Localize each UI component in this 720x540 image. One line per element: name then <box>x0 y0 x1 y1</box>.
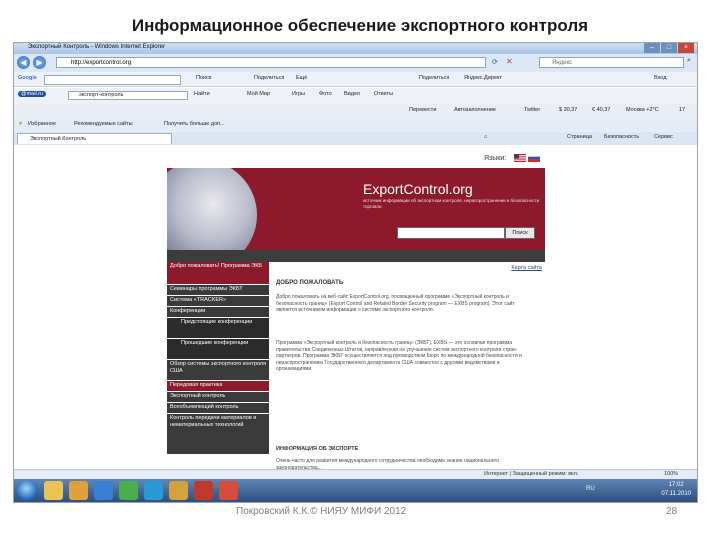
address-row: ◀ ▶ http://exportcontrol.org ⟳ ✕ Яндекс … <box>14 54 697 73</box>
google-toolbar: Google Поиск Поделиться Ещё Поделиться Я… <box>14 72 697 87</box>
home-icon[interactable]: ⌂ <box>484 134 487 140</box>
google-search-button[interactable]: Поиск <box>196 75 211 81</box>
clock-date: 07.11.2010 <box>661 491 691 497</box>
autofill-button[interactable]: Автозаполнение <box>454 107 496 113</box>
twitter-button[interactable]: Twitter <box>524 107 540 113</box>
site-sidebar: Добро пожаловать! Программа ЭКБ Семинары… <box>167 262 269 469</box>
tab-bar: Экспортный Контроль ⌂ Страница Безопасно… <box>14 132 697 146</box>
browser-screenshot: Экспортный Контроль - Windows Internet E… <box>13 42 698 503</box>
languages-label: Языки: <box>484 155 507 162</box>
sidebar-item-conferences[interactable]: Конференции <box>167 307 269 317</box>
search-input[interactable]: Яндекс <box>539 57 684 68</box>
back-icon[interactable]: ◀ <box>17 56 30 69</box>
sidebar-item-catch-all[interactable]: Всеобъемлющий контроль <box>167 403 269 413</box>
my-world-button[interactable]: Мой Мир <box>247 91 270 97</box>
sidebar-item-upcoming[interactable]: Предстоящие конференции <box>167 318 269 338</box>
tab-export-control[interactable]: Экспортный Контроль <box>17 133 172 144</box>
photo-button[interactable]: Фото <box>319 91 332 97</box>
google-search-field[interactable] <box>44 75 181 85</box>
sitemap-link[interactable]: Карта сайта <box>511 265 542 271</box>
sidebar-item-welcome[interactable]: Добро пожаловать! Программа ЭКБ <box>167 262 269 284</box>
site-header: ExportControl.org источник информации об… <box>167 168 545 250</box>
get-more-addons-link[interactable]: Получить больше доп... <box>164 121 225 127</box>
tools-menu[interactable]: Сервис <box>654 134 673 140</box>
site-title[interactable]: ExportControl.org <box>363 181 473 197</box>
more-button[interactable]: Ещё <box>296 75 307 81</box>
translate-button[interactable]: Перевести <box>409 107 436 113</box>
status-text: Интернет | Защищенный режим: вкл. <box>484 471 579 477</box>
clock-time: 17:02 <box>668 482 684 488</box>
start-button[interactable] <box>17 480 38 501</box>
site-subtitle: источник информации об экспортном контро… <box>363 198 540 209</box>
refresh-icon[interactable]: ⟳ <box>492 58 498 66</box>
welcome-text: Добро пожаловать на веб-сайт ExportContr… <box>276 294 515 313</box>
slide-title: Информационное обеспечение экспортного к… <box>131 16 589 35</box>
usd-rate: $ 30,37 <box>559 107 578 113</box>
sidebar-item-best-practice[interactable]: Передовая практика <box>167 381 269 391</box>
site-search-input[interactable] <box>397 227 505 239</box>
sidebar-item-transfer-control[interactable]: Контроль передачи материалов и нематериа… <box>167 414 269 454</box>
footer-author: Покровский К.К.© НИЯУ МИФИ 2012 <box>236 506 407 517</box>
mail-find-button[interactable]: Найти <box>194 91 210 97</box>
share-button[interactable]: Поделиться <box>254 75 284 81</box>
sign-in-button[interactable]: Вход <box>654 75 666 81</box>
taskbar: RU 17:02 07.11.2010 <box>14 479 697 502</box>
media-icon[interactable] <box>69 481 88 500</box>
ie-icon[interactable] <box>94 481 113 500</box>
star-icon: ★ <box>18 121 23 127</box>
ru-flag-icon[interactable] <box>528 154 540 162</box>
office-icon[interactable] <box>194 481 213 500</box>
globe-icon <box>167 168 257 250</box>
weather-text: Москва +2°C <box>626 107 659 113</box>
sidebar-item-us-overview[interactable]: Обзор системы экспортного контроля США <box>167 360 269 380</box>
icq-icon[interactable] <box>119 481 138 500</box>
search-icon[interactable]: ⌕ <box>687 57 691 65</box>
eur-rate: € 40,37 <box>592 107 611 113</box>
forward-icon[interactable]: ▶ <box>33 56 46 69</box>
window-titlebar: Экспортный Контроль - Windows Internet E… <box>14 43 697 54</box>
video-button[interactable]: Видео <box>344 91 360 97</box>
site-search-button[interactable]: Поиск <box>505 227 535 239</box>
yandex-direct-button[interactable]: Яндекс.Директ <box>464 75 502 81</box>
sidebar-item-tracker[interactable]: Система «TRACKER» <box>167 296 269 306</box>
sidebar-item-past[interactable]: Прошедшие конференции <box>167 339 269 359</box>
sidebar-item-export-control[interactable]: Экспортный контроль <box>167 392 269 402</box>
games-button[interactable]: Игры <box>292 91 305 97</box>
explorer-icon[interactable] <box>44 481 63 500</box>
site-nav-strip <box>167 250 545 262</box>
safety-menu[interactable]: Безопасность <box>604 134 639 140</box>
program-text: Программа «Экспортный контроль и безопас… <box>276 340 522 372</box>
google-logo: Google <box>18 75 37 81</box>
favorites-button[interactable]: Избранное <box>28 121 56 127</box>
mail-count: 17 <box>679 107 686 113</box>
welcome-heading: ДОБРО ПОЖАЛОВАТЬ <box>276 280 344 286</box>
page-content: Языки: ExportControl.org источник информ… <box>14 145 697 471</box>
taskbar-clock[interactable]: 17:02 07.11.2010 <box>661 481 691 499</box>
us-flag-icon[interactable] <box>514 154 526 162</box>
address-bar[interactable]: http://exportcontrol.org <box>56 57 486 68</box>
share-button-2[interactable]: Поделиться <box>419 75 449 81</box>
info-heading: ИНФОРМАЦИЯ ОБ ЭКСПОРТЕ <box>276 446 359 452</box>
sidebar-item-seminars[interactable]: Семинары программы ЭКБТ <box>167 285 269 295</box>
page-menu[interactable]: Страница <box>567 134 592 140</box>
ru-toolbar: Перевести Автозаполнение Twitter $ 30,37… <box>14 104 697 119</box>
mail-search-field[interactable]: экспорт-контроль <box>68 91 188 100</box>
skype-icon[interactable] <box>144 481 163 500</box>
minimize-icon[interactable]: – <box>644 43 660 53</box>
site-main-content: Карта сайта ДОБРО ПОЖАЛОВАТЬ Добро пожал… <box>272 262 544 471</box>
window-title: Экспортный Контроль - Windows Internet E… <box>28 44 165 50</box>
language-indicator[interactable]: RU <box>586 486 595 492</box>
mail-logo[interactable]: @mail.ru <box>18 91 47 97</box>
zoom-level[interactable]: 100% <box>664 471 678 477</box>
paint-icon[interactable] <box>169 481 188 500</box>
answers-button[interactable]: Ответы <box>374 91 393 97</box>
maximize-icon[interactable]: □ <box>661 43 677 53</box>
page-number: 28 <box>666 506 678 517</box>
mail-toolbar: @mail.ru экспорт-контроль Найти Мой Мир … <box>14 88 697 105</box>
favorites-bar: ★ Избранное Рекомендуемые сайты Получить… <box>14 118 697 133</box>
close-icon[interactable]: × <box>678 43 694 53</box>
stop-icon[interactable]: ✕ <box>506 57 513 66</box>
suggested-sites-link[interactable]: Рекомендуемые сайты <box>74 121 133 127</box>
chrome-icon[interactable] <box>219 481 238 500</box>
